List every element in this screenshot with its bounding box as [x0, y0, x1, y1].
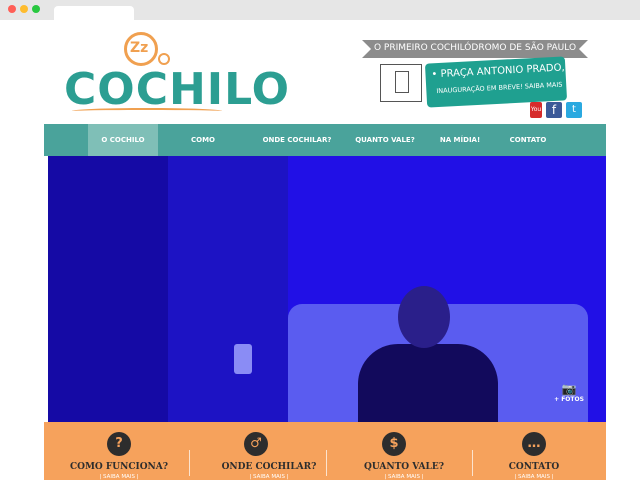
- feature-contato[interactable]: … CONTATO | SAIBA MAIS |: [474, 422, 594, 480]
- speech-bubble-icon: …: [522, 432, 546, 456]
- feature-link[interactable]: | SAIBA MAIS |: [334, 474, 474, 480]
- maximize-window-icon[interactable]: [32, 5, 40, 13]
- nav-item-quanto-vale[interactable]: QUANTO VALE?: [350, 124, 420, 156]
- nap-booth-illustration: [380, 64, 422, 102]
- feature-link[interactable]: | SAIBA MAIS |: [44, 474, 194, 480]
- tagline-banner: O PRIMEIRO COCHILÓDROMO DE SÃO PAULO: [362, 40, 588, 58]
- nav-item-na-midia[interactable]: NA MÍDIA!: [430, 124, 490, 156]
- youtube-icon[interactable]: You Tube: [530, 102, 544, 129]
- main-nav: O COCHILO COMO FUNCIONA? ONDE COCHILAR? …: [44, 124, 606, 176]
- hero-photo: [48, 156, 606, 422]
- camera-icon: 📷: [561, 382, 577, 396]
- map-pin-icon: ♂: [244, 432, 268, 456]
- hero-outlet: [234, 344, 252, 374]
- feature-como-funciona[interactable]: ? COMO FUNCIONA? | SAIBA MAIS |: [44, 422, 194, 480]
- site-logo[interactable]: Zz COCHILO: [62, 28, 289, 118]
- divider: [326, 450, 327, 476]
- feature-link[interactable]: | SAIBA MAIS |: [474, 474, 594, 480]
- booth-door: [395, 71, 409, 93]
- feature-title: COMO FUNCIONA?: [69, 462, 169, 472]
- feature-title: ONDE COCHILAR?: [221, 462, 317, 472]
- close-window-icon[interactable]: [8, 5, 16, 13]
- more-photos-label: + FOTOS: [554, 396, 584, 403]
- logo-zz: Zz: [130, 40, 149, 56]
- logo-swoosh: [72, 108, 222, 114]
- tagline-text: O PRIMEIRO COCHILÓDROMO DE SÃO PAULO: [373, 43, 577, 53]
- nav-item-o-cochilo[interactable]: O COCHILO: [88, 124, 158, 156]
- feature-quanto-vale[interactable]: $ QUANTO VALE? | SAIBA MAIS |: [334, 422, 474, 480]
- address-line: • PRAÇA ANTONIO PRADO, 33: [431, 61, 581, 81]
- hero-person: [358, 344, 498, 422]
- feature-link[interactable]: | SAIBA MAIS |: [194, 474, 344, 480]
- minimize-window-icon[interactable]: [20, 5, 28, 13]
- facebook-icon[interactable]: f: [546, 102, 562, 118]
- hero-person-head: [398, 286, 450, 348]
- hero-panel: [168, 156, 288, 422]
- nav-item-onde-cochilar[interactable]: ONDE COCHILAR?: [262, 124, 332, 156]
- browser-chrome: [0, 0, 640, 20]
- feature-title: CONTATO: [508, 462, 560, 472]
- question-icon: ?: [107, 432, 131, 456]
- browser-tab[interactable]: [54, 6, 134, 20]
- nav-item-contato[interactable]: CONTATO: [500, 124, 556, 156]
- feature-title: QUANTO VALE?: [363, 462, 445, 472]
- divider: [189, 450, 190, 476]
- more-photos-button[interactable]: 📷 + FOTOS: [554, 382, 584, 408]
- hero-wall: [48, 156, 168, 422]
- opening-soon-link[interactable]: INAUGURAÇÃO EM BREVE! SAIBA MAIS: [436, 81, 562, 96]
- address-tag[interactable]: • PRAÇA ANTONIO PRADO, 33 INAUGURAÇÃO EM…: [424, 56, 581, 108]
- nav-item-como-funciona[interactable]: COMO FUNCIONA?: [168, 124, 238, 176]
- feature-onde-cochilar[interactable]: ♂ ONDE COCHILAR? | SAIBA MAIS |: [194, 422, 344, 480]
- twitter-icon[interactable]: t: [566, 102, 582, 118]
- features-bar: ? COMO FUNCIONA? | SAIBA MAIS | ♂ ONDE C…: [44, 422, 606, 480]
- divider: [472, 450, 473, 476]
- dollar-icon: $: [382, 432, 406, 456]
